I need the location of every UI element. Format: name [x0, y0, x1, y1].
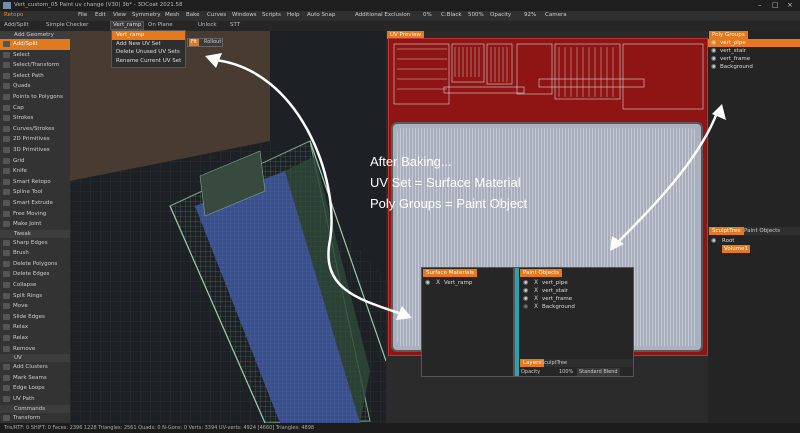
- surface-materials-panel: Surface Materials ◉ X Vert_ramp: [421, 267, 514, 377]
- annotation-line-3: Poly Groups = Paint Object: [370, 196, 528, 211]
- opacity-label: Opacity: [521, 369, 541, 375]
- eye-icon[interactable]: ◉: [523, 287, 528, 295]
- surface-materials-list: ◉ X Vert_ramp: [422, 279, 513, 287]
- x-icon[interactable]: X: [534, 303, 538, 311]
- x-icon[interactable]: X: [534, 287, 538, 295]
- sculpt-tree-footer-tab[interactable]: SculptTree: [541, 360, 567, 366]
- paint-object-item[interactable]: ◉ X Background: [520, 303, 633, 311]
- arrow-to-poly-groups: [613, 108, 720, 247]
- paint-objects-panel: Paint Objects ◉ Xvert_pipe ◉ Xvert_stair ◉…: [514, 267, 634, 377]
- eye-icon[interactable]: ◉: [523, 295, 528, 303]
- annotation-line-2: UV Set = Surface Material: [370, 175, 521, 190]
- paint-object-item[interactable]: ◉ Xvert_stair: [520, 287, 633, 295]
- paint-object-item[interactable]: ◉ Xvert_frame: [520, 295, 633, 303]
- x-icon[interactable]: X: [436, 279, 440, 287]
- annotation-arrows: [205, 53, 726, 320]
- blend-mode-dropdown[interactable]: Standard Blend: [577, 368, 620, 376]
- eye-icon[interactable]: ◉: [523, 303, 528, 311]
- surface-materials-tab[interactable]: Surface Materials: [423, 269, 477, 277]
- x-icon[interactable]: X: [534, 295, 538, 303]
- annotation-text: After Baking... UV Set = Surface Materia…: [370, 151, 570, 214]
- paint-footer-tabs: Layers SculptTree: [519, 359, 633, 367]
- opacity-value[interactable]: 100%: [559, 368, 573, 376]
- layer-opacity-row: Opacity 100% Standard Blend: [519, 368, 633, 376]
- x-icon[interactable]: X: [534, 279, 538, 287]
- annotation-line-1: After Baking...: [370, 154, 452, 169]
- paint-objects-list: ◉ Xvert_pipe ◉ Xvert_stair ◉ Xvert_frame ◉ X…: [520, 279, 633, 311]
- eye-icon[interactable]: ◉: [523, 279, 528, 287]
- status-bar: Tris/RTF: 0 SHIFT: 0 Faces: 2396 1228 Tr…: [0, 423, 800, 433]
- eye-icon[interactable]: ◉: [425, 279, 430, 287]
- surface-material-item[interactable]: ◉ X Vert_ramp: [422, 279, 513, 287]
- paint-objects-tab-header[interactable]: Paint Objects: [520, 269, 563, 277]
- paint-object-item[interactable]: ◉ Xvert_pipe: [520, 279, 633, 287]
